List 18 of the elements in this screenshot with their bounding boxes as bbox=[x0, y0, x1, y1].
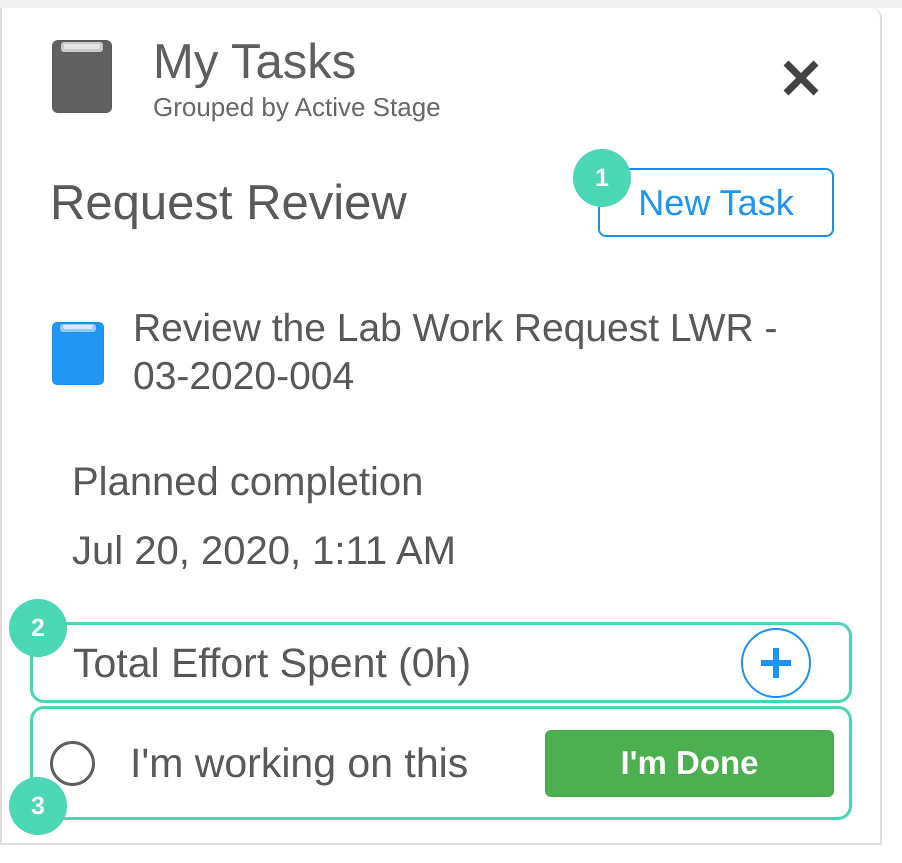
panel-title: My Tasks bbox=[153, 38, 356, 87]
close-icon bbox=[782, 60, 820, 96]
callout-badge: 2 bbox=[9, 599, 67, 657]
clipboard-icon bbox=[52, 322, 104, 385]
plus-icon bbox=[759, 646, 793, 680]
radio-button[interactable] bbox=[50, 740, 95, 786]
task-title: Review the Lab Work Request LWR - 03-2020-004 bbox=[133, 306, 778, 400]
stage-title: Request Review bbox=[50, 174, 407, 230]
callout-badge: 1 bbox=[573, 149, 631, 207]
panel-subtitle: Grouped by Active Stage bbox=[153, 94, 441, 120]
planned-completion-label: Planned completion bbox=[72, 459, 424, 506]
callout-badge: 3 bbox=[9, 777, 67, 835]
effort-label: Total Effort Spent (0h) bbox=[73, 638, 472, 686]
close-button[interactable] bbox=[782, 60, 820, 96]
working-on-this-label: I'm working on this bbox=[130, 739, 468, 787]
planned-completion-date: Jul 20, 2020, 1:11 AM bbox=[72, 528, 456, 575]
done-button[interactable]: I'm Done bbox=[545, 730, 834, 796]
clipboard-icon bbox=[52, 40, 112, 113]
